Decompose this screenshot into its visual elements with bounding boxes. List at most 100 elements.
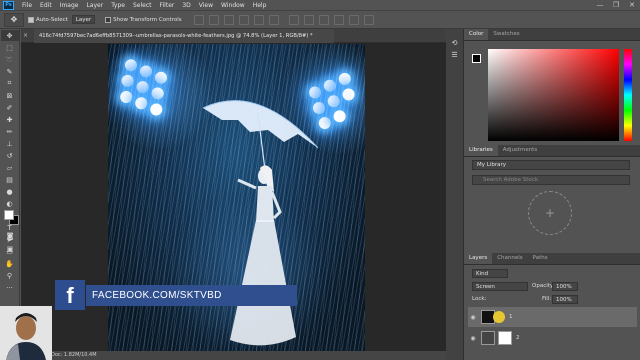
distribute-bottom-icon[interactable] [318, 14, 329, 25]
lasso-tool[interactable]: ➰ [1, 54, 19, 65]
tab-swatches[interactable]: Swatches [488, 29, 524, 40]
crop-tool[interactable]: ⌗ [1, 78, 19, 89]
visibility-eye-icon[interactable]: ◉ [468, 314, 478, 321]
zoom-icon: ⚲ [6, 271, 13, 280]
brush-icon: ✏ [6, 127, 13, 136]
blur-tool[interactable]: ● [1, 186, 19, 197]
layer-row[interactable]: ◉ 2 [468, 328, 637, 348]
frame-icon: ⊠ [6, 91, 13, 100]
menu-view[interactable]: View [195, 0, 217, 11]
layer-name: 1 [509, 314, 513, 320]
menu-window[interactable]: Window [217, 0, 249, 11]
eraser-tool[interactable]: ▱ [1, 162, 19, 173]
align-bottom-icon[interactable] [223, 14, 234, 25]
tab-adjustments[interactable]: Adjustments [498, 145, 542, 156]
status-bar: Doc: 1.82M/10.4M [21, 351, 446, 360]
healing-brush-tool[interactable]: ✚ [1, 114, 19, 125]
droplet-icon: ● [6, 187, 13, 196]
menu-edit[interactable]: Edit [36, 0, 56, 11]
menu-layer[interactable]: Layer [82, 0, 107, 11]
fill-input[interactable]: 100% [552, 295, 578, 304]
frame-tool[interactable]: ⊠ [1, 90, 19, 101]
show-transform-label: Show Transform Controls [113, 16, 182, 23]
distribute-top-icon[interactable] [288, 14, 299, 25]
color-spectrum-picker[interactable] [488, 49, 619, 141]
menu-bar: Ps File Edit Image Layer Type Select Fil… [0, 0, 640, 11]
tab-paths[interactable]: Paths [528, 253, 553, 264]
add-library-item-button[interactable]: + [528, 191, 572, 235]
collapsed-panels-strip: ⟲ ☰ [446, 29, 463, 360]
menu-filter[interactable]: Filter [156, 0, 179, 11]
close-window-button[interactable]: ✕ [624, 0, 640, 11]
quick-select-tool[interactable]: ✎ [1, 66, 19, 77]
gradient-tool[interactable]: ▤ [1, 174, 19, 185]
gradient-icon: ▤ [6, 175, 13, 184]
distribute-middle-icon[interactable] [303, 14, 314, 25]
lasso-icon: ➰ [5, 55, 14, 64]
more-tools[interactable]: ··· [1, 282, 19, 293]
hand-tool[interactable]: ✋ [1, 258, 19, 269]
marquee-tool[interactable]: ⬚ [1, 42, 19, 53]
bandage-icon: ✚ [6, 115, 13, 124]
move-tool[interactable]: ✥ [0, 30, 19, 41]
tab-channels[interactable]: Channels [492, 253, 527, 264]
move-icon: ✥ [10, 15, 18, 24]
crop-icon: ⌗ [7, 79, 12, 87]
clone-stamp-tool[interactable]: ⊥ [1, 138, 19, 149]
menu-image[interactable]: Image [56, 0, 83, 11]
dodge-icon: ◐ [6, 199, 13, 208]
checkbox-icon [105, 16, 112, 23]
opacity-input[interactable]: 100% [552, 282, 578, 291]
color-panel-foreground-swatch[interactable] [472, 54, 481, 63]
visibility-eye-icon[interactable]: ◉ [468, 335, 478, 342]
foreground-color-swatch[interactable] [4, 210, 14, 220]
maximize-button[interactable]: ❐ [608, 0, 624, 11]
library-dropdown[interactable]: My Library [472, 160, 630, 170]
menu-file[interactable]: File [18, 0, 36, 11]
move-icon: ✥ [6, 31, 13, 40]
align-right-icon[interactable] [268, 14, 279, 25]
ellipsis-icon: ··· [6, 283, 13, 292]
hue-slider[interactable] [624, 49, 632, 141]
history-brush-icon: ↺ [6, 151, 13, 160]
distribute-center-icon[interactable] [348, 14, 359, 25]
align-middle-icon[interactable] [208, 14, 219, 25]
document-tab[interactable]: 416c74fd7597bec7ad6effb8571309--umbrella… [34, 29, 334, 43]
right-panels: Color Swatches Libraries Adjustments My … [463, 29, 640, 360]
zoom-tool[interactable]: ⚲ [1, 270, 19, 281]
menu-3d[interactable]: 3D [178, 0, 194, 11]
menu-help[interactable]: Help [249, 0, 271, 11]
distribute-right-icon[interactable] [363, 14, 374, 25]
layer-kind-filter[interactable]: Kind [472, 269, 508, 278]
quick-mask-button[interactable]: ◙ [1, 230, 19, 241]
distribute-left-icon[interactable] [333, 14, 344, 25]
align-top-icon[interactable] [193, 14, 204, 25]
auto-select-target-dropdown[interactable]: Layer [71, 15, 96, 24]
properties-panel-button[interactable]: ☰ [448, 49, 462, 60]
minimize-button[interactable]: — [592, 0, 608, 11]
dodge-tool[interactable]: ◐ [1, 198, 19, 209]
brush-tool[interactable]: ✏ [1, 126, 19, 137]
blend-mode-dropdown[interactable]: Screen [472, 282, 528, 291]
move-tool-preset[interactable]: ✥ [4, 12, 24, 27]
history-panel-button[interactable]: ⟲ [448, 37, 462, 48]
screen-mode-button[interactable]: ▣ [1, 243, 19, 254]
tab-color[interactable]: Color [464, 29, 489, 40]
align-center-icon[interactable] [253, 14, 264, 25]
stamp-icon: ⊥ [6, 139, 13, 148]
color-panel-tabs: Color Swatches [464, 29, 640, 41]
tab-libraries[interactable]: Libraries [464, 145, 498, 156]
document-tab-bar: × 416c74fd7597bec7ad6effb8571309--umbrel… [21, 29, 446, 43]
align-left-icon[interactable] [238, 14, 249, 25]
close-document-icon[interactable]: × [23, 29, 28, 43]
history-brush-tool[interactable]: ↺ [1, 150, 19, 161]
eyedropper-tool[interactable]: ✐ [1, 102, 19, 113]
tab-layers[interactable]: Layers [464, 253, 493, 264]
layer-row[interactable]: ◉ 1 [468, 307, 637, 327]
menu-type[interactable]: Type [107, 0, 129, 11]
menu-select[interactable]: Select [129, 0, 156, 11]
auto-select-checkbox[interactable]: Auto-Select [28, 16, 68, 23]
show-transform-checkbox[interactable]: Show Transform Controls [105, 16, 182, 23]
library-search-input[interactable]: Search Adobe Stock [472, 175, 630, 185]
facebook-logo: f [55, 280, 85, 310]
